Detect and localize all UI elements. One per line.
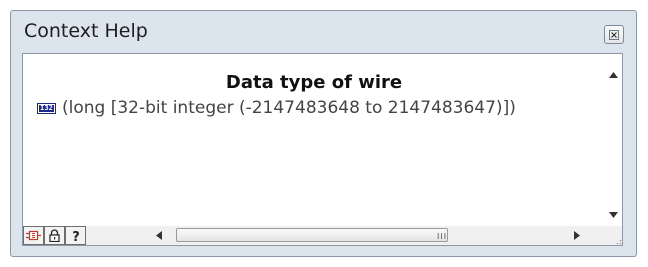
type-description-line: I32 (long [32-bit integer (-2147483648 t…: [37, 98, 516, 118]
help-pane: Data type of wire I32 (long [32-bit inte…: [22, 53, 623, 246]
window-title: Context Help: [24, 20, 148, 42]
resize-grip[interactable]: [612, 233, 622, 245]
lock-button[interactable]: [44, 226, 65, 245]
svg-text:?: ?: [72, 230, 80, 243]
arrow-down-icon: [608, 212, 618, 218]
bottom-bar: ? III: [23, 226, 622, 245]
show-optional-terminals-button[interactable]: [23, 226, 44, 245]
type-description: (long [32-bit integer (-2147483648 to 21…: [62, 98, 516, 118]
type-icon-label: I32: [39, 103, 54, 112]
question-mark-icon: ?: [72, 230, 80, 243]
scroll-down-button[interactable]: [604, 206, 622, 224]
title-bar: Context Help: [11, 11, 636, 53]
vertical-scrollbar[interactable]: [604, 54, 622, 226]
scroll-right-button[interactable]: [568, 226, 585, 245]
close-button[interactable]: [604, 25, 624, 44]
arrow-up-icon: [608, 72, 618, 78]
arrow-right-icon: [573, 231, 580, 240]
scroll-left-button[interactable]: [150, 226, 167, 245]
resize-grip-icon: [616, 239, 622, 245]
close-icon: [609, 29, 619, 40]
context-help-window: Context Help Data type of wire I32 (long…: [10, 10, 637, 257]
lock-icon: [49, 229, 60, 242]
arrow-left-icon: [155, 231, 162, 240]
help-content: Data type of wire I32 (long [32-bit inte…: [23, 54, 605, 226]
show-optional-terminals-icon: [26, 230, 41, 241]
horizontal-scroll-thumb[interactable]: III: [176, 228, 448, 242]
scroll-up-button[interactable]: [604, 66, 622, 84]
scroll-grip: III: [437, 232, 448, 241]
help-heading: Data type of wire: [225, 72, 403, 93]
detailed-help-button[interactable]: ?: [65, 226, 86, 245]
i32-type-icon: I32: [37, 102, 56, 114]
